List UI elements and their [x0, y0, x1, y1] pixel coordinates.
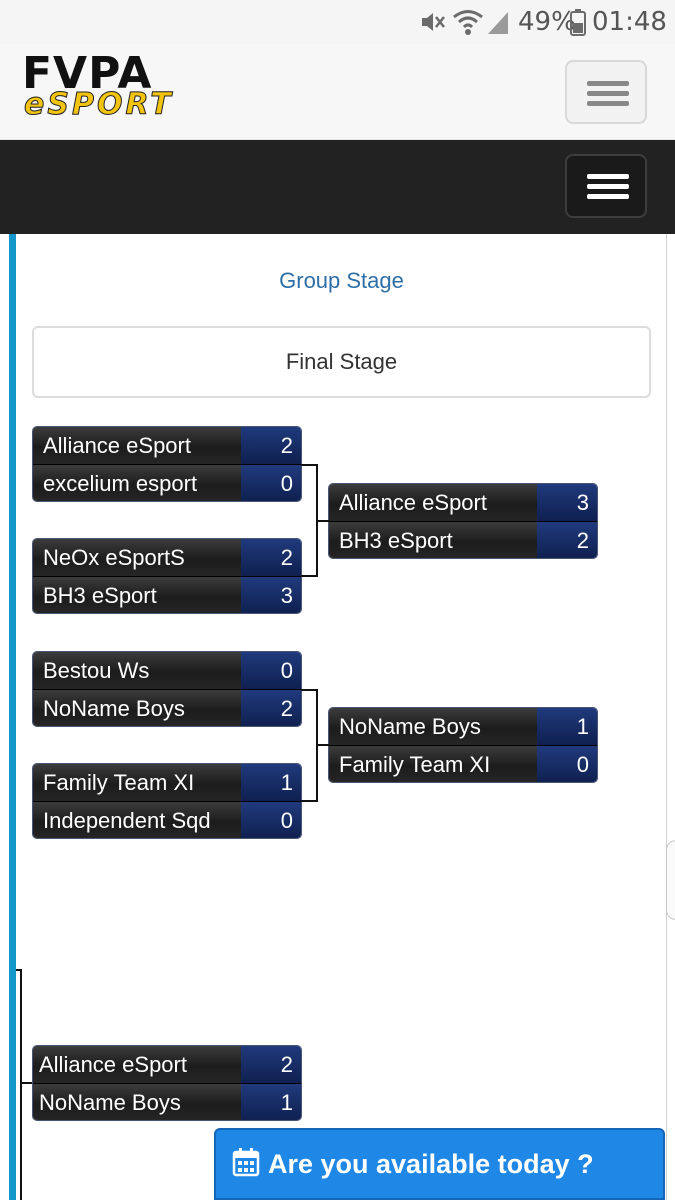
match-row: NoName Boys 1: [33, 1083, 301, 1120]
team-score: 2: [241, 1046, 301, 1083]
team-name: Bestou Ws: [33, 652, 241, 689]
match-card[interactable]: Alliance eSport 2 excelium esport 0: [33, 427, 301, 501]
team-name: Independent Sqd: [33, 802, 241, 838]
team-score: 2: [537, 522, 597, 558]
secondary-navbar: [0, 140, 675, 234]
team-score: 1: [241, 1084, 301, 1120]
main-content: Group Stage Final Stage Alliance eSport 2…: [0, 234, 675, 1200]
status-bar: 49% 01:48: [0, 0, 675, 44]
match-row: excelium esport 0: [33, 464, 301, 501]
tab-final-stage[interactable]: Final Stage: [32, 326, 651, 398]
signal-icon: [486, 6, 510, 38]
team-name: Family Team XI: [33, 764, 241, 801]
team-score: 2: [241, 539, 301, 576]
hamburger-icon-bar: [587, 91, 629, 96]
bracket-connector: [316, 744, 329, 746]
main-menu-button[interactable]: [565, 60, 647, 124]
match-card[interactable]: NeOx eSportS 2 BH3 eSport 3: [33, 539, 301, 613]
match-card[interactable]: Alliance eSport 3 BH3 eSport 2: [329, 484, 597, 558]
match-card[interactable]: Alliance eSport 2 NoName Boys 1: [33, 1046, 301, 1120]
match-row: BH3 eSport 3: [33, 576, 301, 613]
match-row: Alliance eSport 2: [33, 1046, 301, 1083]
battery-percent: 49%: [518, 7, 576, 37]
team-score: 0: [537, 746, 597, 782]
calendar-icon: [232, 1147, 260, 1182]
match-row: NeOx eSportS 2: [33, 539, 301, 576]
match-row: NoName Boys 1: [329, 708, 597, 745]
team-score: 0: [241, 652, 301, 689]
team-name: NoName Boys: [33, 690, 241, 726]
bracket-connector: [20, 969, 22, 1200]
hamburger-icon-bar: [587, 101, 629, 106]
team-score: 1: [537, 708, 597, 745]
secondary-menu-button[interactable]: [565, 154, 647, 218]
match-row: NoName Boys 2: [33, 689, 301, 726]
team-name: NeOx eSportS: [33, 539, 241, 576]
bracket-connector: [316, 520, 329, 522]
site-header: FVPA eSPORT: [0, 44, 675, 140]
content-border: [666, 234, 667, 1200]
team-score: 3: [537, 484, 597, 521]
team-name: BH3 eSport: [329, 522, 537, 558]
left-accent-bar: [9, 234, 16, 1200]
availability-button-label: Are you available today ?: [268, 1148, 594, 1179]
match-card[interactable]: NoName Boys 1 Family Team XI 0: [329, 708, 597, 782]
team-name: BH3 eSport: [33, 577, 241, 613]
match-row: Bestou Ws 0: [33, 652, 301, 689]
clock: 01:48: [592, 7, 667, 37]
hamburger-icon-bar: [587, 184, 629, 189]
team-name: Alliance eSport: [329, 484, 537, 521]
match-row: Family Team XI 0: [329, 745, 597, 782]
team-score: 2: [241, 427, 301, 464]
match-row: Alliance eSport 2: [33, 427, 301, 464]
bracket-connector: [20, 1082, 33, 1084]
hamburger-icon: [587, 81, 629, 86]
match-row: Alliance eSport 3: [329, 484, 597, 521]
team-name: Family Team XI: [329, 746, 537, 782]
hamburger-icon: [587, 174, 629, 179]
battery-icon: [570, 6, 586, 38]
team-name: Alliance eSport: [33, 427, 241, 464]
team-score: 2: [241, 690, 301, 726]
match-row: Family Team XI 1: [33, 764, 301, 801]
availability-button[interactable]: Are you available today ?: [214, 1128, 665, 1200]
team-score: 1: [241, 764, 301, 801]
hamburger-icon-bar: [587, 194, 629, 199]
match-row: BH3 eSport 2: [329, 521, 597, 558]
team-name: Alliance eSport: [33, 1046, 241, 1083]
team-score: 0: [241, 465, 301, 501]
logo-subtitle: eSPORT: [24, 87, 174, 122]
team-name: NoName Boys: [33, 1084, 241, 1120]
wifi-icon: [452, 6, 484, 38]
team-score: 3: [241, 577, 301, 613]
match-card[interactable]: Family Team XI 1 Independent Sqd 0: [33, 764, 301, 838]
match-card[interactable]: Bestou Ws 0 NoName Boys 2: [33, 652, 301, 726]
fvpa-logo[interactable]: FVPA eSPORT: [22, 52, 172, 122]
match-row: Independent Sqd 0: [33, 801, 301, 838]
team-name: NoName Boys: [329, 708, 537, 745]
tab-group-stage[interactable]: Group Stage: [0, 268, 675, 294]
team-name: excelium esport: [33, 465, 241, 501]
side-drawer-handle[interactable]: [666, 840, 675, 920]
mute-icon: [418, 6, 446, 38]
team-score: 0: [241, 802, 301, 838]
